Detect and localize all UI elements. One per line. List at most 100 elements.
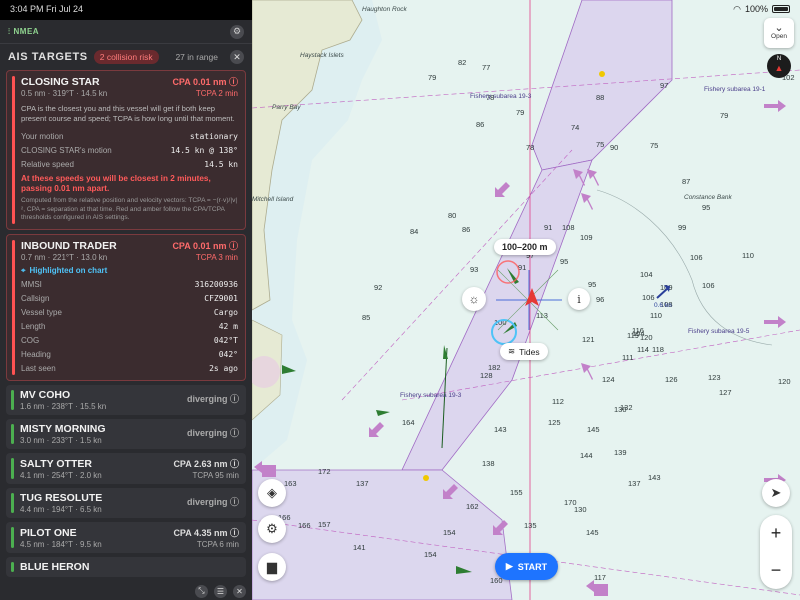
depth-sounding: 113 (536, 311, 548, 320)
panel-bottom-bar: ⤡ ☰ ✕ (0, 582, 252, 600)
depth-sounding: 79 (516, 108, 524, 117)
depth-sounding: 128 (480, 371, 493, 380)
close-icon: ✕ (233, 51, 241, 62)
navigation-arrow-icon: ➤ (770, 485, 782, 500)
target-card-misty-morning[interactable]: MISTY MORNING 3.0 nm · 233°T · 1.5 kn div… (6, 418, 246, 449)
layers-icon: ◈ (267, 485, 277, 500)
close-panel-button[interactable]: ✕ (230, 50, 244, 64)
panel-top-bar: ⫶ NMEA ⚙ (0, 20, 252, 44)
risk-indicator (11, 423, 14, 444)
status-diverging: diverging ⓘ (186, 427, 239, 438)
signal-icon: ⫶ (8, 26, 11, 36)
nmea-label: NMEA (13, 27, 40, 36)
sun-icon: ☼ (468, 292, 480, 306)
cpa-value: CPA 0.01 nm ⓘ (172, 77, 238, 87)
depth-sounding: 114 (637, 345, 649, 354)
close-bottom-button[interactable]: ✕ (233, 584, 246, 598)
depth-sounding: 96 (596, 295, 604, 304)
target-card-tug-resolute[interactable]: TUG RESOLUTE 4.4 nm · 194°T · 6.5 kn dive… (6, 487, 246, 518)
files-button[interactable]: ▆ (258, 553, 286, 581)
target-card-salty-otter[interactable]: SALTY OTTER CPA 2.63 nm ⓘ 4.1 nm · 254°T … (6, 452, 246, 484)
depth-sounding: 82 (458, 58, 466, 67)
zoom-control[interactable]: + − (760, 515, 792, 589)
target-card-mv-coho[interactable]: MV COHO 1.6 nm · 238°T · 15.5 kn divergin… (6, 384, 246, 415)
collision-risk-badge[interactable]: 2 collision risk (93, 50, 159, 64)
locate-button[interactable]: ➤ (762, 479, 790, 507)
tides-button[interactable]: ≋ Tides (500, 343, 548, 360)
info-icon: ⓘ (229, 527, 239, 538)
depth-sounding: 80 (448, 211, 456, 220)
vessel-summary: 4.5 nm · 184°T · 9.5 kn (20, 539, 102, 549)
depth-sounding: 85 (362, 313, 370, 322)
range-count: 27 in range (175, 52, 218, 62)
depth-sounding: 106 (642, 293, 655, 302)
vessel-summary: 0.5 nm · 319°T · 14.5 kn (21, 89, 108, 98)
cpa-value: CPA 0.01 nm ⓘ (172, 240, 238, 251)
layers-button[interactable]: ◈ (258, 479, 286, 507)
depth-sounding: 123 (708, 373, 721, 382)
panel-settings-button[interactable]: ⚙ (230, 24, 244, 39)
depth-sounding: 75 (596, 140, 604, 149)
depth-sounding: 90 (610, 143, 618, 152)
target-list[interactable]: CLOSING STAR CPA 0.01 nm ⓘ 0.5 nm · 319°T… (0, 70, 252, 582)
target-card-inbound-trader[interactable]: INBOUND TRADER CPA 0.01 nm ⓘ 0.7 nm · 221… (6, 233, 246, 381)
zoom-in-button[interactable]: + (760, 515, 792, 552)
gear-icon: ⚙ (232, 26, 242, 36)
tides-label: Tides (519, 346, 540, 357)
collapse-button[interactable]: ⤡ (195, 584, 208, 598)
info-icon: ⓘ (228, 240, 238, 251)
depth-sounding: 95 (702, 203, 710, 212)
traffic-arrow (581, 363, 593, 380)
depth-sounding: 91 (544, 223, 552, 232)
label-bay: Parry Bay (272, 104, 301, 111)
depth-sounding: 110 (742, 251, 754, 260)
depth-sounding: 79 (428, 73, 436, 82)
label-subarea-4: Fishery subarea 19-3 (400, 392, 462, 399)
target-card-blue-heron[interactable]: BLUE HERON (6, 556, 246, 577)
info-icon: ⓘ (229, 393, 239, 404)
info-button[interactable]: i (568, 288, 590, 310)
depth-sounding: 127 (719, 388, 732, 397)
buoy-marker (599, 71, 605, 77)
depth-sounding: 104 (632, 329, 645, 338)
depth-sounding: 106 (702, 281, 715, 290)
depth-sounding: 109 (580, 233, 593, 242)
nautical-chart[interactable]: 7977788286797874757579808890971028795991… (252, 0, 800, 600)
info-icon: ⓘ (229, 496, 239, 507)
tcpa-value: TCPA 6 min (196, 539, 239, 549)
tcpa-value: TCPA 95 min (192, 470, 239, 480)
start-button[interactable]: ▶ START (495, 553, 558, 580)
computation-note: Computed from the relative position and … (21, 197, 238, 221)
traffic-arrow (587, 169, 599, 186)
depth-sounding: 106 (690, 253, 703, 262)
settings-button[interactable]: ⚙ (258, 515, 286, 543)
label-islets: Haystack Islets (300, 52, 344, 59)
depth-sounding: 144 (580, 451, 593, 460)
open-button[interactable]: ⌄ Open (764, 18, 794, 48)
filter-button[interactable]: ☰ (214, 584, 227, 598)
detail-row: MMSI 316200936 (21, 280, 238, 289)
fishery-zone-channel (401, 159, 593, 471)
depth-sounding: 137 (356, 479, 369, 488)
brightness-button[interactable]: ☼ (462, 287, 486, 311)
detail-row: Your motion stationary (21, 131, 238, 141)
depth-sounding: 95 (588, 280, 596, 289)
depth-sounding: 93 (470, 265, 478, 274)
detail-row: Last seen 2s ago (21, 364, 238, 373)
compass-button[interactable]: N ▲ (767, 54, 791, 78)
depth-sounding: 87 (682, 177, 690, 186)
vessel-name: MV COHO (20, 388, 71, 401)
tcpa-value: TCPA 3 min (195, 252, 238, 262)
depth-sounding: 182 (488, 363, 501, 372)
vessel-summary: 4.1 nm · 254°T · 2.0 kn (20, 470, 102, 480)
risk-indicator (12, 76, 15, 224)
depth-sounding: 121 (582, 335, 595, 344)
depth-sounding: 157 (318, 520, 331, 529)
crosshair-icon: ⌖ (21, 265, 26, 275)
depth-sounding: 99 (678, 223, 686, 232)
detail-row: Relative speed 14.5 kn (21, 159, 238, 169)
zoom-out-button[interactable]: − (760, 552, 792, 589)
target-card-pilot-one[interactable]: PILOT ONE CPA 4.35 nm ⓘ 4.5 nm · 184°T · … (6, 521, 246, 553)
depth-sounding: 137 (628, 479, 641, 488)
target-card-closing-star[interactable]: CLOSING STAR CPA 0.01 nm ⓘ 0.5 nm · 319°T… (6, 70, 246, 230)
